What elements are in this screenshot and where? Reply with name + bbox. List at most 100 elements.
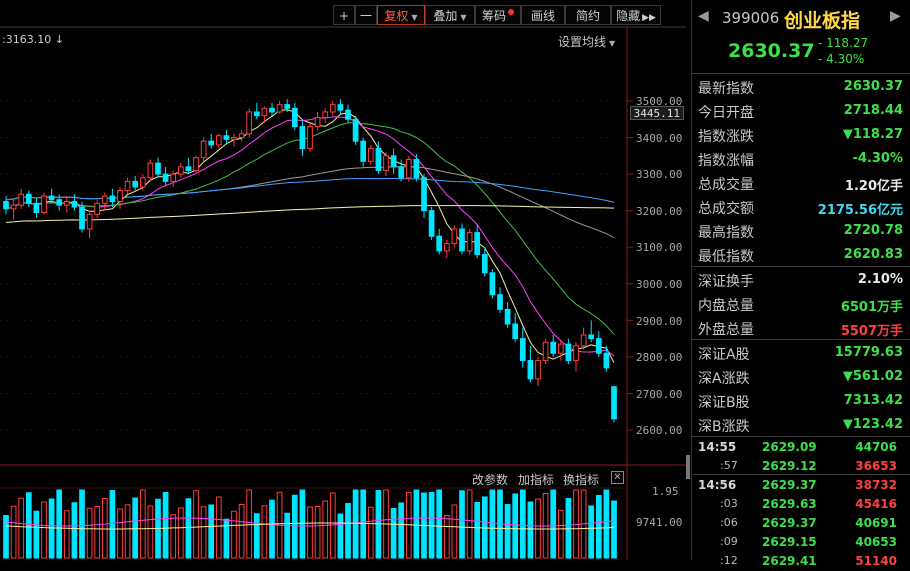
candle-body <box>193 157 199 171</box>
tick-row: 14:55 2629.09 44706 <box>692 438 910 457</box>
volume-bar <box>124 504 131 559</box>
volume-bar <box>390 508 397 559</box>
volume-bar <box>565 498 572 559</box>
candle-body <box>124 180 131 192</box>
tick-price: 2629.12 <box>762 459 817 473</box>
candle-body <box>588 334 595 340</box>
candle-body <box>63 201 70 206</box>
divider <box>692 436 910 437</box>
tick-time: :12 <box>720 554 738 567</box>
stat-row: 最新指数 2630.37 <box>692 74 910 98</box>
candle-body <box>231 137 237 140</box>
tick-row: :06 2629.37 40691 <box>692 514 910 533</box>
candle-body <box>504 308 511 325</box>
simple-mode-button[interactable]: 简约 <box>565 5 611 25</box>
candle-body <box>238 133 245 139</box>
draw-line-button[interactable]: 画线 <box>521 5 565 25</box>
candle-body <box>3 201 9 210</box>
stat-label: 深A涨跌 <box>698 371 750 387</box>
y-tick-label: 3200.00 <box>636 205 683 218</box>
overlay-button[interactable]: 叠加 ▼ <box>425 5 475 25</box>
candle-body <box>367 148 374 162</box>
trading-app: + 一 复权 ▼ 叠加 ▼ 筹码 画线 简约 隐藏 ▶▶ :3163.10 ↓ 设置均… <box>0 0 910 568</box>
kline-chart-area[interactable]: + 一 复权 ▼ 叠加 ▼ 筹码 画线 简约 隐藏 ▶▶ :3163.10 ↓ 设置均… <box>0 0 686 560</box>
fuquan-button[interactable]: 复权 ▼ <box>377 5 425 25</box>
tick-volume: 51140 <box>855 554 897 568</box>
tick-price: 2629.15 <box>762 535 817 549</box>
stat-label: 最低指数 <box>698 249 754 265</box>
add-indicator-button[interactable]: 加指标 <box>518 471 554 488</box>
candle-body <box>25 193 32 204</box>
ma-settings-button[interactable]: 设置均线 ▼ <box>558 33 615 50</box>
stat-label: 深证换手 <box>698 274 754 290</box>
volume-bar <box>436 489 443 559</box>
volume-bar <box>337 513 344 559</box>
volume-bar <box>307 506 313 559</box>
stat-value: 2175.56亿元 <box>817 203 903 218</box>
volume-bar <box>177 507 184 559</box>
candle-body <box>451 228 458 245</box>
change-params-button[interactable]: 改参数 <box>472 471 508 488</box>
candle-body <box>603 352 610 369</box>
dropdown-arrow-icon: ▼ <box>609 39 616 48</box>
panel-collapse-handle[interactable] <box>686 455 690 479</box>
y-tick-label: 2900.00 <box>636 315 683 328</box>
candle-body <box>557 343 564 354</box>
y-tick-label: 3000.00 <box>636 278 683 291</box>
ma-line-ma60 <box>5 177 615 203</box>
zoom-in-button[interactable]: + <box>333 5 355 25</box>
candle-body <box>595 338 602 354</box>
tick-row: 14:56 2629.37 38732 <box>692 476 910 495</box>
volume-bar <box>253 513 260 559</box>
candle-body <box>466 232 473 252</box>
candle-body <box>489 272 496 296</box>
next-symbol-icon[interactable]: ▶ <box>890 8 901 24</box>
close-icon[interactable]: ✕ <box>611 471 624 484</box>
volume-bar <box>79 489 85 559</box>
stat-row: 总成交量 1.20亿手 <box>692 170 910 194</box>
tick-row: :09 2629.15 40653 <box>692 533 910 552</box>
volume-bar <box>451 504 458 559</box>
symbol-code: 399006 <box>722 9 780 27</box>
stat-label: 深证B股 <box>698 395 750 411</box>
volume-bar <box>25 492 32 559</box>
switch-indicator-button[interactable]: 换指标 <box>563 471 599 488</box>
volume-bar <box>162 492 169 559</box>
zoom-out-button[interactable]: 一 <box>355 5 377 25</box>
price-change-percent: - 4.30% <box>818 52 865 66</box>
candle-body <box>565 343 572 362</box>
stat-label: 今日开盘 <box>698 105 754 121</box>
stat-row: 深B涨跌 ▼123.42 <box>692 412 910 436</box>
prev-symbol-icon[interactable]: ◀ <box>698 8 709 24</box>
tick-price: 2629.37 <box>762 478 817 492</box>
tick-volume: 38732 <box>855 478 897 492</box>
candle-body <box>177 166 184 175</box>
candle-body <box>443 243 450 252</box>
stat-value: -4.30% <box>852 151 904 166</box>
volume-bar <box>41 501 47 559</box>
candle-body <box>535 360 541 380</box>
volume-bar <box>603 489 610 559</box>
volume-y-tick: 9741.00 <box>636 516 683 529</box>
tick-time: 14:55 <box>698 440 737 454</box>
candle-body <box>519 338 526 362</box>
stat-value: ▼561.02 <box>842 369 903 384</box>
tick-volume: 36653 <box>855 459 897 473</box>
tick-time: :57 <box>720 459 738 472</box>
volume-bar <box>595 495 602 559</box>
chip-distribution-button[interactable]: 筹码 <box>475 5 521 25</box>
hide-button[interactable]: 隐藏 ▶▶ <box>611 5 661 25</box>
double-chevron-right-icon: ▶▶ <box>642 13 656 23</box>
candle-body <box>215 135 222 146</box>
volume-bar <box>611 500 617 559</box>
stat-value: 2.10% <box>857 272 903 287</box>
volume-bar <box>215 496 222 559</box>
symbol-name: 创业板指 <box>784 10 861 32</box>
volume-bar <box>284 512 291 559</box>
volume-bar <box>238 504 245 559</box>
stat-label: 内盘总量 <box>698 298 754 314</box>
candle-body <box>481 254 488 274</box>
candle-body <box>170 173 177 182</box>
candle-body <box>56 199 63 206</box>
candle-body <box>276 104 283 113</box>
